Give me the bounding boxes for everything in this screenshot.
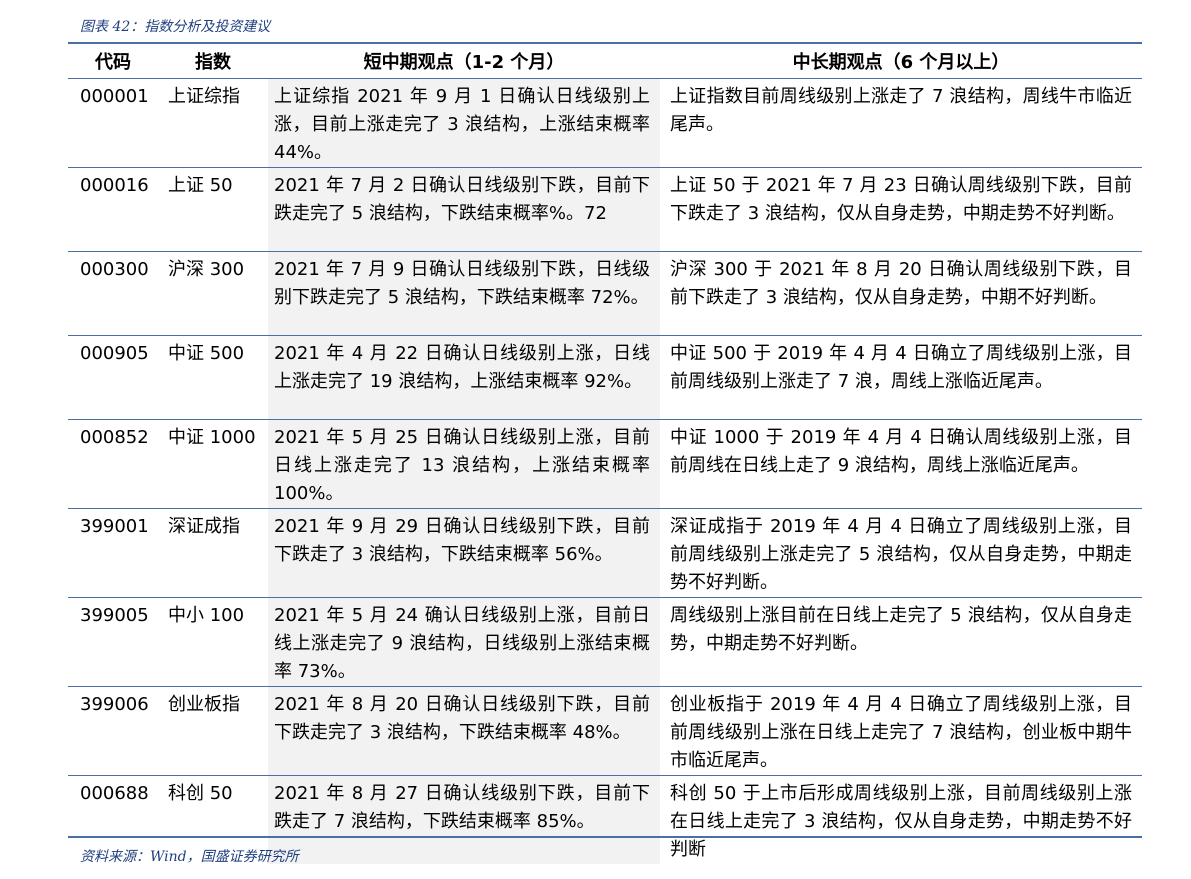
table-row: 399006 创业板指 2021 年 8 月 20 日确认日线级别下跌，目前下跌… [68,686,1142,776]
cell-index: 沪深 300 [158,251,268,336]
cell-index: 中证 1000 [158,419,268,509]
cell-index: 上证 50 [158,167,268,252]
cell-long-term: 沪深 300 于 2021 年 8 月 20 日确认周线级别下跌，目前下跌走了 … [660,251,1142,336]
cell-short-term: 2021 年 7 月 9 日确认日线级别下跌，日线级别下跌走完了 5 浪结构，下… [268,251,660,336]
header-index: 指数 [158,44,268,79]
cell-code: 000016 [68,167,158,252]
header-short-term: 短中期观点（1-2 个月） [268,44,660,79]
header-code: 代码 [68,44,158,79]
table-row: 000852 中证 1000 2021 年 5 月 25 日确认日线级别上涨，目… [68,419,1142,509]
cell-long-term: 上证 50 于 2021 年 7 月 23 日确认周线级别下跌，目前下跌走了 3… [660,167,1142,252]
cell-short-term: 2021 年 4 月 22 日确认日线级别上涨，日线上涨走完了 19 浪结构，上… [268,335,660,420]
cell-short-term: 2021 年 8 月 20 日确认日线级别下跌，目前下跌走完了 3 浪结构，下跌… [268,686,660,776]
cell-long-term: 创业板指于 2019 年 4 月 4 日确立了周线级别上涨，目前周线级别上涨在日… [660,686,1142,776]
cell-long-term: 科创 50 于上市后形成周线级别上涨，目前周线级别上涨在日线上走完了 3 浪结构… [670,783,1132,860]
cell-long-term: 中证 1000 于 2019 年 4 月 4 日确认周线级别上涨，目前周线在日线… [660,419,1142,509]
table-row: 000016 上证 50 2021 年 7 月 2 日确认日线级别下跌，目前下跌… [68,167,1142,252]
cell-short-term: 2021 年 5 月 25 日确认日线级别上涨，目前日线上涨走完了 13 浪结构… [268,419,660,509]
bottom-rule [68,836,1142,838]
table-row: 000001 上证综指 上证综指 2021 年 9 月 1 日确认日线级别上涨，… [68,78,1142,168]
cell-index: 深证成指 [158,508,268,598]
cell-code: 000300 [68,251,158,336]
cell-index: 创业板指 [158,686,268,776]
header-row: 代码 指数 短中期观点（1-2 个月） 中长期观点（6 个月以上） [68,44,1142,79]
source-note: 资料来源：Wind，国盛证券研究所 [80,849,299,865]
cell-code: 399005 [68,597,158,687]
cell-short-term: 2021 年 9 月 29 日确认日线级别下跌，目前下跌走了 3 浪结构，下跌结… [268,508,660,598]
cell-index: 中小 100 [158,597,268,687]
cell-short-term: 2021 年 8 月 27 日确认线级别下跌，目前下跌走了 7 浪结构，下跌结束… [268,775,660,864]
cell-code: 399001 [68,508,158,598]
table-row: 399005 中小 100 2021 年 5 月 24 确认日线级别上涨，目前日… [68,597,1142,687]
cell-long-term: 上证指数目前周线级别上涨走了 7 浪结构，周线牛市临近尾声。 [660,78,1142,168]
table-row: 000300 沪深 300 2021 年 7 月 9 日确认日线级别下跌，日线级… [68,251,1142,336]
table-caption: 图表 42：指数分析及投资建议 [80,19,271,35]
table-row: 000905 中证 500 2021 年 4 月 22 日确认日线级别上涨，日线… [68,335,1142,420]
cell-index: 上证综指 [158,78,268,168]
cell-long-term: 周线级别上涨目前在日线上走完了 5 浪结构，仅从自身走势，中期走势不好判断。 [660,597,1142,687]
header-long-term: 中长期观点（6 个月以上） [660,44,1142,79]
table-row: 399001 深证成指 2021 年 9 月 29 日确认日线级别下跌，目前下跌… [68,508,1142,598]
index-analysis-table: 代码 指数 短中期观点（1-2 个月） 中长期观点（6 个月以上） 000001… [68,44,1142,864]
cell-code: 000852 [68,419,158,509]
cell-short-term: 2021 年 5 月 24 确认日线级别上涨，目前日线上涨走完了 9 浪结构，日… [268,597,660,687]
cell-long-term: 深证成指于 2019 年 4 月 4 日确立了周线级别上涨，目前周线级别上涨走完… [660,508,1142,598]
cell-code: 000905 [68,335,158,420]
cell-code: 000001 [68,78,158,168]
cell-short-term: 2021 年 7 月 2 日确认日线级别下跌，目前下跌走完了 5 浪结构，下跌结… [268,167,660,252]
cell-long-term: 中证 500 于 2019 年 4 月 4 日确立了周线级别上涨，目前周线级别上… [660,335,1142,420]
cell-index: 中证 500 [158,335,268,420]
cell-code: 399006 [68,686,158,776]
cell-short-term: 上证综指 2021 年 9 月 1 日确认日线级别上涨，目前上涨走完了 3 浪结… [268,78,660,168]
